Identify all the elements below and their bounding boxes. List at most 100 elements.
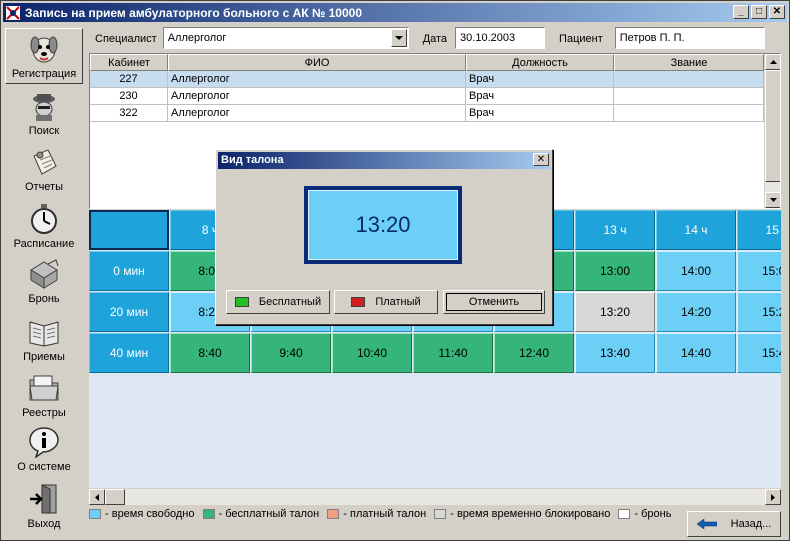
cell-rank <box>614 71 764 88</box>
back-button[interactable]: Назад... <box>687 511 781 537</box>
horizontal-scrollbar[interactable] <box>89 489 781 505</box>
time-slot[interactable]: 15:00 <box>737 251 781 291</box>
scroll-thumb[interactable] <box>765 70 780 182</box>
time-slot[interactable]: 11:40 <box>413 333 493 373</box>
time-slot[interactable]: 14:40 <box>656 333 736 373</box>
time-slot[interactable]: 8:40 <box>170 333 250 373</box>
legend-item: - время временно блокировано <box>434 508 610 520</box>
table-header: Кабинет ФИО Должность Звание <box>90 54 780 71</box>
specialist-combobox[interactable]: Аллерголог <box>162 27 409 49</box>
legend-label: - бесплатный талон <box>218 508 320 520</box>
table-row[interactable]: 230 Аллерголог Врач <box>90 88 780 105</box>
app-icon <box>6 5 20 20</box>
note-icon <box>33 149 57 175</box>
cell-position: Врач <box>466 88 614 105</box>
sidebar-item-visits[interactable]: Приемы <box>5 310 83 366</box>
cell-rank <box>614 105 764 122</box>
main-window: Запись на прием амбулаторного больного с… <box>0 0 790 541</box>
column-header[interactable]: ФИО <box>168 54 466 71</box>
sidebar-item-exit[interactable]: Выход <box>5 477 83 533</box>
time-slot[interactable]: 10:40 <box>332 333 412 373</box>
time-slot[interactable]: 9:40 <box>251 333 331 373</box>
sidebar-item-booking[interactable]: Бронь <box>5 252 83 308</box>
ticket-type-dialog: Вид талона ✕ 13:20 Бесплатный Платный От… <box>215 149 553 325</box>
legend-swatch <box>434 509 447 519</box>
exit-icon <box>30 484 57 514</box>
minimize-button[interactable]: _ <box>733 5 749 19</box>
sidebar-item-schedule[interactable]: Расписание <box>5 197 83 253</box>
minute-header: 20 мин <box>89 292 169 332</box>
paid-ticket-button[interactable]: Платный <box>334 290 438 314</box>
time-slot[interactable]: 12:40 <box>494 333 574 373</box>
minute-header: 40 мин <box>89 333 169 373</box>
close-button[interactable]: ✕ <box>769 5 785 19</box>
date-value: 30.10.2003 <box>460 32 516 44</box>
filter-bar: Специалист Аллерголог Дата 30.10.2003 Па… <box>89 27 765 50</box>
dialog-button-bar: Бесплатный Платный Отменить <box>218 282 550 322</box>
sidebar-item-registration[interactable]: Регистрация <box>5 28 83 84</box>
combo-dropdown-button[interactable] <box>390 29 407 47</box>
vertical-scrollbar[interactable] <box>764 54 780 208</box>
legend-label: - время временно блокировано <box>450 508 611 520</box>
time-slot[interactable]: 15:20 <box>737 292 781 332</box>
column-header[interactable]: Кабинет <box>90 54 168 71</box>
sidebar-item-registers[interactable]: Реестры <box>5 366 83 422</box>
free-ticket-button[interactable]: Бесплатный <box>226 290 330 314</box>
maximize-button[interactable]: □ <box>751 5 767 19</box>
table-row[interactable]: 227 Аллерголог Врач <box>90 71 780 88</box>
hour-header: 15 ч <box>737 210 781 250</box>
sidebar-item-label: Расписание <box>13 238 75 250</box>
scroll-up-button[interactable] <box>765 54 780 70</box>
paid-ticket-label: Платный <box>375 296 421 308</box>
sidebar-item-label: Реестры <box>22 407 66 419</box>
time-slot[interactable]: 14:20 <box>656 292 736 332</box>
dog-icon <box>30 36 58 63</box>
dialog-close-button[interactable]: ✕ <box>533 153 549 166</box>
scroll-thumb[interactable] <box>105 489 125 505</box>
sidebar-item-label: О системе <box>17 461 71 473</box>
patient-field[interactable]: Петров П. П. <box>614 27 765 49</box>
date-field[interactable]: 30.10.2003 <box>455 27 546 49</box>
time-slot[interactable]: 13:00 <box>575 251 655 291</box>
title-bar: Запись на прием амбулаторного больного с… <box>3 3 787 22</box>
schedule-corner <box>89 210 169 250</box>
dialog-title: Вид талона <box>218 152 550 169</box>
sidebar: Регистрация Поиск Отчеты Расписание Брон… <box>3 24 85 539</box>
sidebar-item-about[interactable]: О системе <box>5 420 83 476</box>
cell-position: Врач <box>466 105 614 122</box>
sidebar-item-reports[interactable]: Отчеты <box>5 140 83 196</box>
cancel-label: Отменить <box>468 296 520 308</box>
time-slot[interactable]: 14:00 <box>656 251 736 291</box>
patient-label: Пациент <box>559 32 603 45</box>
legend-swatch <box>202 509 215 519</box>
info-icon <box>29 427 59 458</box>
cell-cabinet: 322 <box>90 105 168 122</box>
time-slot[interactable]: 15:40 <box>737 333 781 373</box>
legend-swatch <box>89 509 101 519</box>
legend-label: - платный талон <box>343 508 427 520</box>
scroll-left-button[interactable] <box>89 489 105 505</box>
cell-rank <box>614 88 764 105</box>
column-header[interactable]: Звание <box>614 54 764 71</box>
folder-icon <box>29 375 59 401</box>
cell-fio: Аллерголог <box>168 71 466 88</box>
cell-fio: Аллерголог <box>168 105 466 122</box>
scroll-down-button[interactable] <box>765 192 780 208</box>
legend-item: - платный талон <box>327 508 426 520</box>
time-value: 13:20 <box>308 190 458 260</box>
time-display: 13:20 <box>304 186 462 264</box>
legend-item: - бесплатный талон <box>202 508 320 520</box>
scroll-right-button[interactable] <box>765 489 781 505</box>
minute-header: 0 мин <box>89 251 169 291</box>
sidebar-item-search[interactable]: Поиск <box>5 84 83 140</box>
table-row[interactable]: 322 Аллерголог Врач <box>90 105 780 122</box>
cancel-button[interactable]: Отменить <box>443 290 545 314</box>
time-slot[interactable]: 13:40 <box>575 333 655 373</box>
sidebar-item-label: Отчеты <box>24 181 64 193</box>
back-button-label: Назад... <box>730 518 772 530</box>
time-slot[interactable]: 13:20 <box>575 292 655 332</box>
specialist-value: Аллерголог <box>167 32 227 44</box>
arrow-left-icon <box>95 493 99 501</box>
column-header[interactable]: Должность <box>466 54 614 71</box>
legend-swatch <box>327 509 340 519</box>
